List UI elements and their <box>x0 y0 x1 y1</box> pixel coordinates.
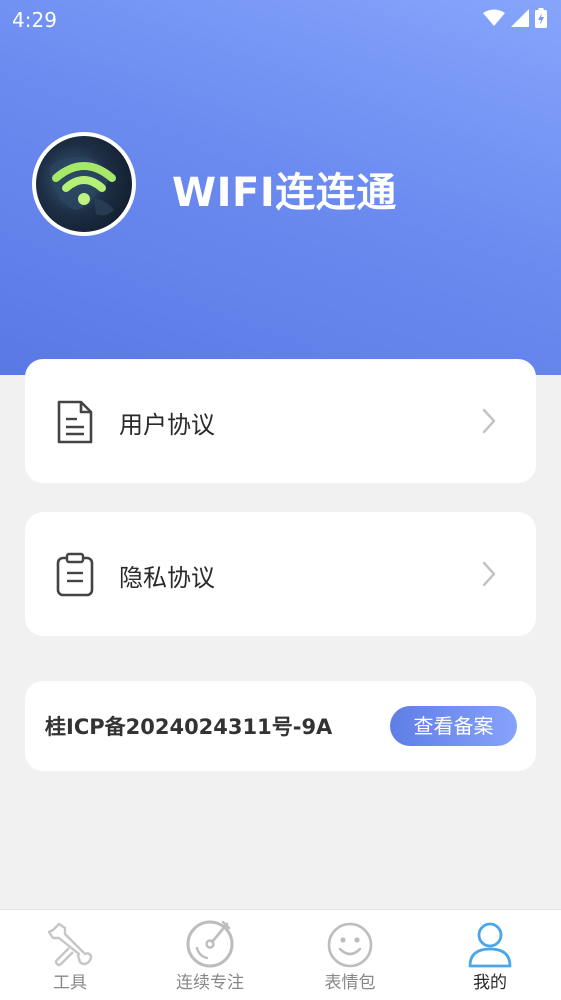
profile-header: 4:29 WIFI连连通 <box>0 0 561 375</box>
tab-label: 连续专注 <box>176 973 244 993</box>
tab-label: 工具 <box>53 973 87 993</box>
tab-label: 我的 <box>473 973 507 993</box>
menu-item-label: 隐私协议 <box>119 564 215 592</box>
tab-mine[interactable]: 我的 <box>420 910 560 1000</box>
battery-charging-icon <box>535 8 547 28</box>
chevron-right-icon <box>482 408 496 434</box>
avatar[interactable] <box>32 132 136 236</box>
menu-item-user-agreement[interactable]: 用户协议 <box>25 359 536 483</box>
menu-item-label: 用户协议 <box>119 411 215 439</box>
status-bar: 4:29 <box>0 0 561 38</box>
smiley-icon <box>327 922 373 968</box>
app-title: WIFI连连通 <box>172 170 397 216</box>
user-icon <box>468 922 512 968</box>
tab-tools[interactable]: 工具 <box>0 910 140 1000</box>
wifi-logo-icon <box>49 157 116 216</box>
bottom-tab-bar: 工具 连续专注 表情包 我的 <box>0 909 561 1000</box>
view-icp-button[interactable]: 查看备案 <box>390 706 517 746</box>
icp-card: 桂ICP备2024024311号-9A 查看备案 <box>25 681 536 771</box>
signal-icon <box>511 9 529 27</box>
status-time: 4:29 <box>12 8 57 32</box>
tab-label: 表情包 <box>324 973 376 993</box>
chevron-right-icon <box>482 561 496 587</box>
focus-dial-icon <box>186 920 234 968</box>
wrench-icon <box>47 922 93 967</box>
tab-focus[interactable]: 连续专注 <box>140 910 280 1000</box>
icp-number: 桂ICP备2024024311号-9A <box>45 715 333 739</box>
clipboard-icon <box>56 552 94 597</box>
wifi-icon <box>483 9 505 26</box>
status-icons <box>483 8 547 28</box>
tab-stickers[interactable]: 表情包 <box>280 910 420 1000</box>
document-icon <box>57 400 93 444</box>
menu-item-privacy-agreement[interactable]: 隐私协议 <box>25 512 536 636</box>
